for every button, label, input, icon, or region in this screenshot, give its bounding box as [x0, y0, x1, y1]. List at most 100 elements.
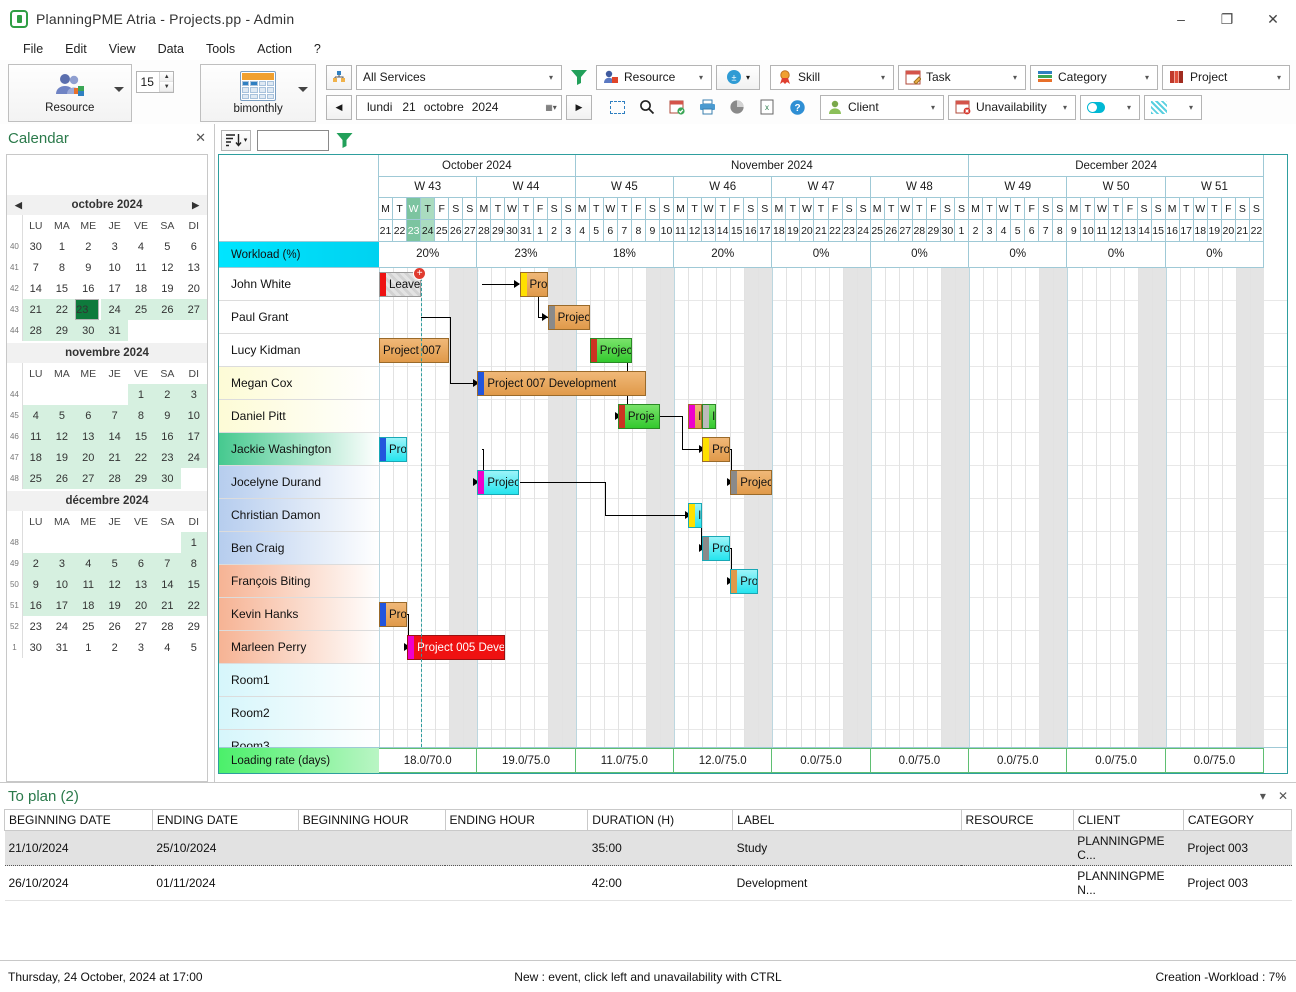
resource-view-button[interactable]: Resource: [8, 64, 132, 122]
calendar-day-cell[interactable]: 10: [49, 574, 75, 595]
calendar-day-cell[interactable]: 27: [181, 299, 207, 320]
daynumber-cell[interactable]: 27: [463, 220, 477, 242]
chevron-down-icon[interactable]: ▾: [875, 73, 891, 82]
daynumber-cell[interactable]: 8: [1053, 220, 1067, 242]
to-plan-column-header[interactable]: BEGINNING HOUR: [298, 810, 445, 831]
daynumber-cell[interactable]: 26: [449, 220, 463, 242]
daynumber-cell[interactable]: 9: [1067, 220, 1081, 242]
daynumber-cell[interactable]: 7: [618, 220, 632, 242]
gantt-filter-input[interactable]: [257, 130, 329, 151]
gantt-task-bar[interactable]: Pro: [702, 536, 730, 561]
chevron-down-icon[interactable]: ▾: [693, 73, 709, 82]
daynumber-cell[interactable]: 1: [534, 220, 548, 242]
gantt-task-bar[interactable]: Pro: [520, 272, 548, 297]
calendar-day-cell[interactable]: 15: [181, 574, 207, 595]
chevron-down-icon[interactable]: ▾: [1057, 103, 1073, 112]
calendar-day-cell[interactable]: 17: [49, 595, 75, 616]
calendar-day-cell[interactable]: 12: [49, 426, 75, 447]
stepper-down-icon[interactable]: ▼: [160, 82, 173, 92]
calendar-day-cell[interactable]: 20: [75, 447, 101, 468]
calendar-day-cell[interactable]: 8: [49, 257, 75, 278]
daynumber-cell[interactable]: 24: [421, 220, 435, 242]
to-plan-column-header[interactable]: RESOURCE: [961, 810, 1073, 831]
daynumber-cell[interactable]: 19: [786, 220, 800, 242]
daynumber-cell[interactable]: 26: [885, 220, 899, 242]
daynumber-cell[interactable]: 25: [435, 220, 449, 242]
toggle-switch-icon[interactable]: [1087, 102, 1105, 113]
daynumber-cell[interactable]: 23: [843, 220, 857, 242]
resource-row-label[interactable]: François Biting: [219, 565, 379, 598]
gantt-task-bar[interactable]: Pro: [379, 437, 407, 462]
daynumber-cell[interactable]: 7: [1039, 220, 1053, 242]
toggle-b-select[interactable]: ▾: [1144, 95, 1202, 120]
resource-row-label[interactable]: Daniel Pitt: [219, 400, 379, 433]
calendar-day-cell[interactable]: 18: [22, 447, 48, 468]
daynumber-cell[interactable]: 11: [674, 220, 688, 242]
calendar-day-cell[interactable]: 9: [154, 405, 180, 426]
calendar-day-cell[interactable]: 22: [181, 595, 207, 616]
resource-row-label[interactable]: Room2: [219, 697, 379, 730]
to-plan-row[interactable]: 26/10/202401/11/202442:00DevelopmentPLAN…: [5, 866, 1292, 901]
calendar-day-cell[interactable]: 30: [75, 320, 101, 341]
gantt-chart-area[interactable]: Leaves+ProProject 0Project 007ProjectPro…: [379, 268, 1287, 747]
calendar-day-cell[interactable]: 22: [49, 299, 75, 320]
toggle-a-select[interactable]: ▾: [1080, 95, 1140, 120]
daynumber-cell[interactable]: 2: [548, 220, 562, 242]
calendar-day-cell[interactable]: 25: [22, 468, 48, 489]
daynumber-cell[interactable]: 21: [814, 220, 828, 242]
daynumber-cell[interactable]: 10: [660, 220, 674, 242]
calendar-day-cell[interactable]: 2: [22, 553, 48, 574]
calendar-day-cell[interactable]: 29: [49, 320, 75, 341]
calendar-day-cell[interactable]: 17: [101, 278, 127, 299]
calendar-day-cell[interactable]: 28: [22, 320, 48, 341]
daynumber-cell[interactable]: 13: [702, 220, 716, 242]
calendar-day-cell[interactable]: 27: [128, 616, 154, 637]
calendar-day-cell[interactable]: 4: [75, 553, 101, 574]
resource-row-label[interactable]: Jocelyne Durand: [219, 466, 379, 499]
daynumber-cell[interactable]: 5: [1011, 220, 1025, 242]
calendar-day-cell[interactable]: 6: [128, 553, 154, 574]
calendar-day-cell[interactable]: 4: [128, 236, 154, 257]
daynumber-cell[interactable]: 18: [1194, 220, 1208, 242]
group-filter-button[interactable]: [326, 65, 352, 90]
chevron-down-icon[interactable]: [298, 87, 308, 92]
calendar-day-cell[interactable]: 10: [101, 257, 127, 278]
help-button[interactable]: ?: [784, 95, 810, 120]
menu-action[interactable]: Action: [246, 40, 303, 58]
calendar-day-cell[interactable]: 24: [101, 299, 127, 320]
daynumber-cell[interactable]: 20: [800, 220, 814, 242]
resource-row-label[interactable]: Ben Craig: [219, 532, 379, 565]
gantt-task-bar[interactable]: Pro: [379, 602, 407, 627]
gantt-task-bar[interactable]: I: [688, 404, 702, 429]
daynumber-cell[interactable]: 14: [1138, 220, 1152, 242]
menu-tools[interactable]: Tools: [195, 40, 246, 58]
calendar-day-cell[interactable]: 18: [75, 595, 101, 616]
daynumber-cell[interactable]: 22: [393, 220, 407, 242]
calendar-day-cell[interactable]: 19: [101, 595, 127, 616]
prev-month-icon[interactable]: ◀: [15, 200, 22, 211]
calendar-day-cell[interactable]: 22: [128, 447, 154, 468]
project-select[interactable]: Project ▾: [1162, 65, 1290, 90]
gantt-task-bar[interactable]: Proje: [618, 404, 660, 429]
calendar-day-cell[interactable]: 26: [49, 468, 75, 489]
calendar-day-cell[interactable]: 20: [181, 278, 207, 299]
resource-row-label[interactable]: Kevin Hanks: [219, 598, 379, 631]
gantt-task-bar[interactable]: Project 0: [477, 470, 519, 495]
calendar-day-cell[interactable]: 2: [75, 236, 101, 257]
calendar-day-cell[interactable]: 13: [128, 574, 154, 595]
calendar-day-cell[interactable]: 8: [128, 405, 154, 426]
menu-view[interactable]: View: [98, 40, 147, 58]
calendar-day-cell[interactable]: 7: [154, 553, 180, 574]
calendar-day-cell[interactable]: 25: [75, 616, 101, 637]
daynumber-cell[interactable]: 28: [913, 220, 927, 242]
calendar-day-cell[interactable]: 23: [75, 299, 99, 320]
calendar-day-cell[interactable]: 23: [22, 616, 48, 637]
period-view-button[interactable]: bimonthly: [200, 64, 316, 122]
daynumber-cell[interactable]: 1: [955, 220, 969, 242]
calendar-day-cell[interactable]: 4: [154, 637, 180, 658]
daynumber-cell[interactable]: 6: [1025, 220, 1039, 242]
calendar-day-cell[interactable]: 23: [154, 447, 180, 468]
gantt-task-bar[interactable]: Project 007 Development: [477, 371, 646, 396]
export-excel-button[interactable]: x: [754, 95, 780, 120]
close-icon[interactable]: ✕: [1278, 789, 1288, 803]
